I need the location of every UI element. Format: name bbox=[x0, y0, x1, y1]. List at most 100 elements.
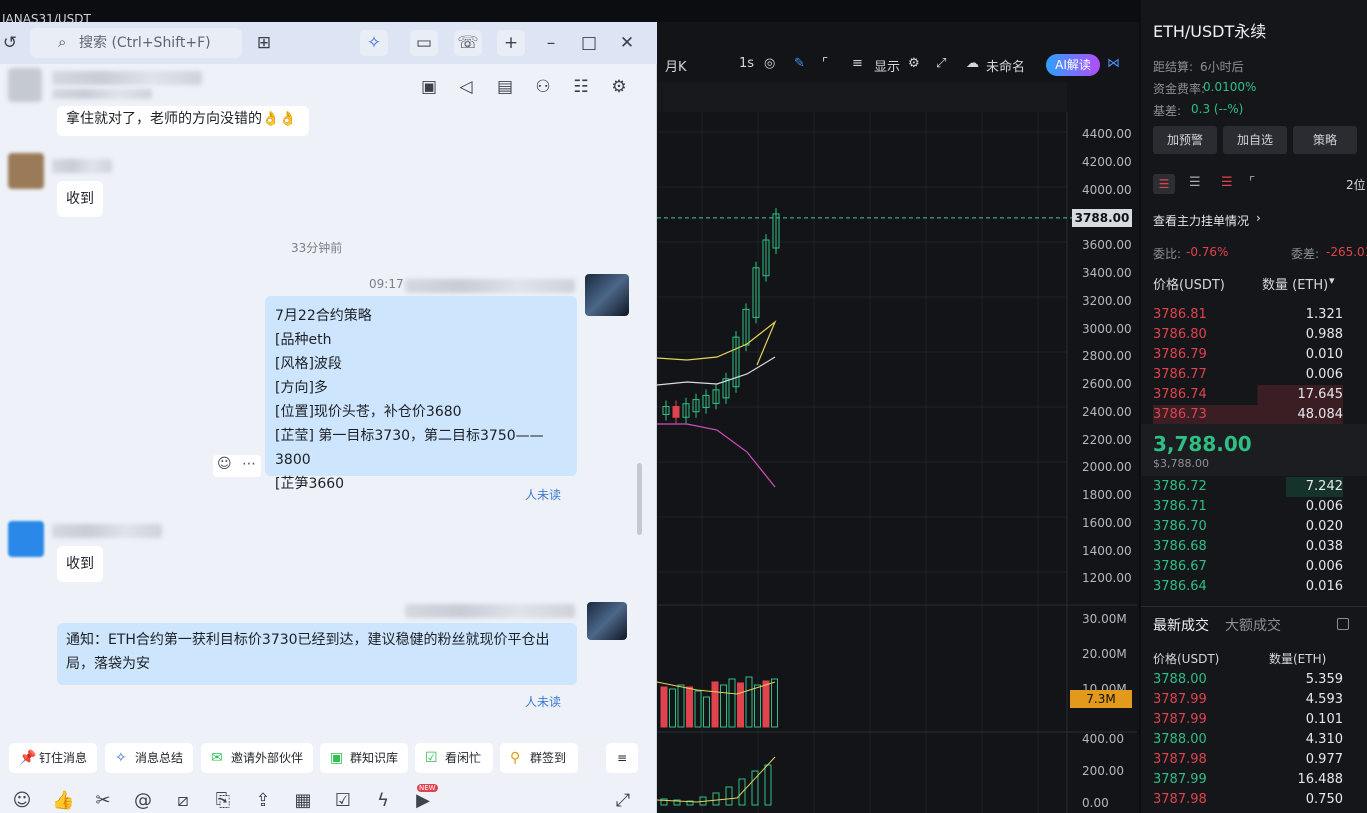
row-qty: 0.020 bbox=[1305, 519, 1343, 534]
calendar-icon[interactable]: ▦ bbox=[292, 790, 314, 811]
message-bubble[interactable]: 拿住就对了，老师的方向没错的👌👌 bbox=[57, 106, 309, 136]
maximize-icon[interactable]: □ bbox=[575, 30, 603, 56]
share-icon[interactable]: ⋈ bbox=[1107, 56, 1120, 71]
interval-button[interactable]: 月K bbox=[665, 56, 687, 75]
scrollbar[interactable] bbox=[637, 463, 642, 535]
notice-message[interactable]: 通知：ETH合约第一获利目标价3730已经到达，建议稳健的粉丝就现价平仓出局，落… bbox=[57, 623, 577, 685]
orderbook-row[interactable]: 3786.71 0.006 bbox=[1153, 497, 1343, 517]
search-input[interactable]: ⌕ 搜索 (Ctrl+Shift+F) bbox=[30, 28, 242, 58]
trades-col-qty[interactable]: 数量(ETH) bbox=[1269, 650, 1326, 667]
folder-icon[interactable]: ▤ bbox=[491, 74, 519, 100]
add-watchlist-button[interactable]: 加自选 bbox=[1223, 126, 1287, 154]
checkbox[interactable] bbox=[1337, 618, 1349, 630]
pin-message-button[interactable]: 📌 钉住消息 bbox=[9, 743, 97, 773]
summary-button[interactable]: ✧ 消息总结 bbox=[105, 743, 193, 773]
chat-settings-icon[interactable]: ⚙ bbox=[605, 74, 633, 100]
busy-status-button[interactable]: ☑ 看闲忙 bbox=[415, 743, 493, 773]
orderbook-row[interactable]: 3786.81 1.321 bbox=[1153, 305, 1343, 325]
orderbook-row[interactable]: 3786.68 0.038 bbox=[1153, 537, 1343, 557]
orderbook-row[interactable]: 3786.70 0.020 bbox=[1153, 517, 1343, 537]
knowledge-base-button[interactable]: ▣ 群知识库 bbox=[320, 743, 408, 773]
crop-icon[interactable]: ⌜ bbox=[822, 56, 828, 71]
speaker-icon[interactable]: ◁ bbox=[452, 74, 480, 100]
orderbook-ask-icon[interactable]: ☰ bbox=[1221, 175, 1233, 190]
chart-toolbar: 月K 1s ◎ ✎ ⌜ ≡ 显示 ⚙ ⤢ ☁ 未命名 AI解读 ⋈ bbox=[657, 52, 1137, 78]
depth-select[interactable]: 2位 bbox=[1346, 176, 1366, 193]
ai-read-button[interactable]: AI解读 bbox=[1046, 54, 1100, 76]
second-interval-button[interactable]: 1s bbox=[739, 56, 754, 71]
sender-avatar[interactable] bbox=[8, 153, 44, 189]
orderbook-row[interactable]: 3786.64 0.016 bbox=[1153, 577, 1343, 597]
orderbook-row[interactable]: 3786.73 48.084 bbox=[1153, 405, 1343, 425]
col-qty-header[interactable]: 数量 (ETH) bbox=[1262, 274, 1328, 293]
flash-icon[interactable]: ϟ bbox=[372, 790, 394, 811]
orderbook-row[interactable]: 3786.67 0.006 bbox=[1153, 557, 1343, 577]
orderbook-both-icon[interactable]: ☰ bbox=[1153, 174, 1175, 194]
price-axis-label: 2200.00 bbox=[1082, 433, 1132, 447]
history-icon[interactable]: ↺ bbox=[0, 30, 24, 56]
thumbs-up-icon[interactable]: 👍 bbox=[52, 790, 74, 811]
camera-icon[interactable]: ◎ bbox=[764, 56, 775, 71]
diff-label: 委差: bbox=[1291, 247, 1320, 261]
unread-status[interactable]: 人未读 bbox=[525, 486, 561, 503]
message-bubble[interactable]: 收到 bbox=[57, 181, 103, 217]
strategy-message[interactable]: 7月22合约策略 [品种eth [风格]波段 [方向]多 [位置]现价头苍，补仓价368… bbox=[265, 296, 577, 492]
reply-icon[interactable]: ☺ bbox=[217, 456, 232, 472]
expand-icon[interactable]: ⤢ bbox=[612, 790, 634, 811]
group-checkin-button[interactable]: ⚲ 群签到 bbox=[500, 743, 578, 773]
big-trades-tab[interactable]: 大额成交 bbox=[1225, 615, 1281, 635]
add-member-icon[interactable]: ⚇ bbox=[529, 74, 557, 100]
trade-row: 3787.98 0.977 bbox=[1153, 750, 1343, 770]
orderbook-list-icon[interactable]: ☰ bbox=[1189, 175, 1201, 190]
my-avatar[interactable] bbox=[587, 602, 627, 640]
cloud-icon[interactable]: ☁ bbox=[966, 56, 979, 71]
mention-icon[interactable]: @ bbox=[132, 790, 154, 811]
layout-select[interactable]: 未命名 bbox=[986, 56, 1025, 75]
orderbook-row[interactable]: 3786.72 7.242 bbox=[1153, 477, 1343, 497]
price-axis-label: 1800.00 bbox=[1082, 488, 1132, 502]
sender-avatar[interactable] bbox=[8, 521, 44, 557]
task-icon[interactable]: ☑ bbox=[332, 790, 354, 811]
symbol-title[interactable]: ETH/USDT永续 bbox=[1153, 18, 1266, 42]
orderbook-bid-icon[interactable]: ⌜ bbox=[1249, 175, 1255, 190]
screen-share-icon[interactable]: ▭ bbox=[410, 30, 438, 56]
pencil-icon[interactable]: ✎ bbox=[794, 56, 805, 71]
unread-status[interactable]: 人未读 bbox=[525, 693, 561, 710]
emoji-icon[interactable]: ☺ bbox=[11, 790, 33, 811]
slash-icon[interactable]: ⧄ bbox=[172, 790, 194, 811]
menu-icon[interactable]: ≡ bbox=[606, 743, 638, 773]
strategy-line: [芷笋3660 bbox=[275, 476, 345, 492]
main-orders-link[interactable]: 查看主力挂单情况 bbox=[1153, 212, 1249, 229]
strategy-button[interactable]: 策略 bbox=[1293, 126, 1357, 154]
display-button[interactable]: 显示 bbox=[874, 56, 900, 75]
row-price: 3786.74 bbox=[1153, 387, 1207, 402]
orderbook-row[interactable]: 3786.79 0.010 bbox=[1153, 345, 1343, 365]
group-avatar[interactable] bbox=[8, 68, 42, 102]
video-icon[interactable]: ▶ bbox=[412, 790, 434, 811]
doc-add-icon[interactable]: ⎘ bbox=[212, 790, 234, 811]
orderbook-row[interactable]: 3786.80 0.988 bbox=[1153, 325, 1343, 345]
fullscreen-icon[interactable]: ⤢ bbox=[936, 56, 946, 71]
phone-icon[interactable]: ☏ bbox=[454, 30, 482, 56]
price-axis-label: 1200.00 bbox=[1082, 571, 1132, 585]
more-icon[interactable]: ⋯ bbox=[242, 456, 256, 472]
close-icon[interactable]: ✕ bbox=[613, 30, 641, 56]
invite-partner-button[interactable]: ✉ 邀请外部伙伴 bbox=[201, 743, 313, 773]
chat-search-icon[interactable]: ☷ bbox=[567, 74, 595, 100]
add-alert-button[interactable]: 加预警 bbox=[1153, 126, 1217, 154]
scissors-icon[interactable]: ✂ bbox=[92, 790, 114, 811]
live-icon[interactable]: ▣ bbox=[415, 74, 443, 100]
apps-icon[interactable]: ⊞ bbox=[250, 30, 278, 56]
upload-icon[interactable]: ⇪ bbox=[252, 790, 274, 811]
ai-sparkle-icon[interactable]: ✧ bbox=[360, 30, 388, 56]
message-bubble[interactable]: 收到 bbox=[57, 546, 103, 582]
minimize-icon[interactable]: – bbox=[537, 30, 565, 56]
add-icon[interactable]: + bbox=[497, 30, 525, 56]
latest-trades-tab[interactable]: 最新成交 bbox=[1153, 615, 1209, 635]
settings-icon[interactable]: ⚙ bbox=[908, 56, 920, 71]
my-avatar[interactable] bbox=[585, 274, 629, 316]
indicator-axis-label: 0.00 bbox=[1082, 796, 1109, 810]
orderbook-row[interactable]: 3786.74 17.645 bbox=[1153, 385, 1343, 405]
list-icon[interactable]: ≡ bbox=[852, 56, 863, 71]
orderbook-row[interactable]: 3786.77 0.006 bbox=[1153, 365, 1343, 385]
